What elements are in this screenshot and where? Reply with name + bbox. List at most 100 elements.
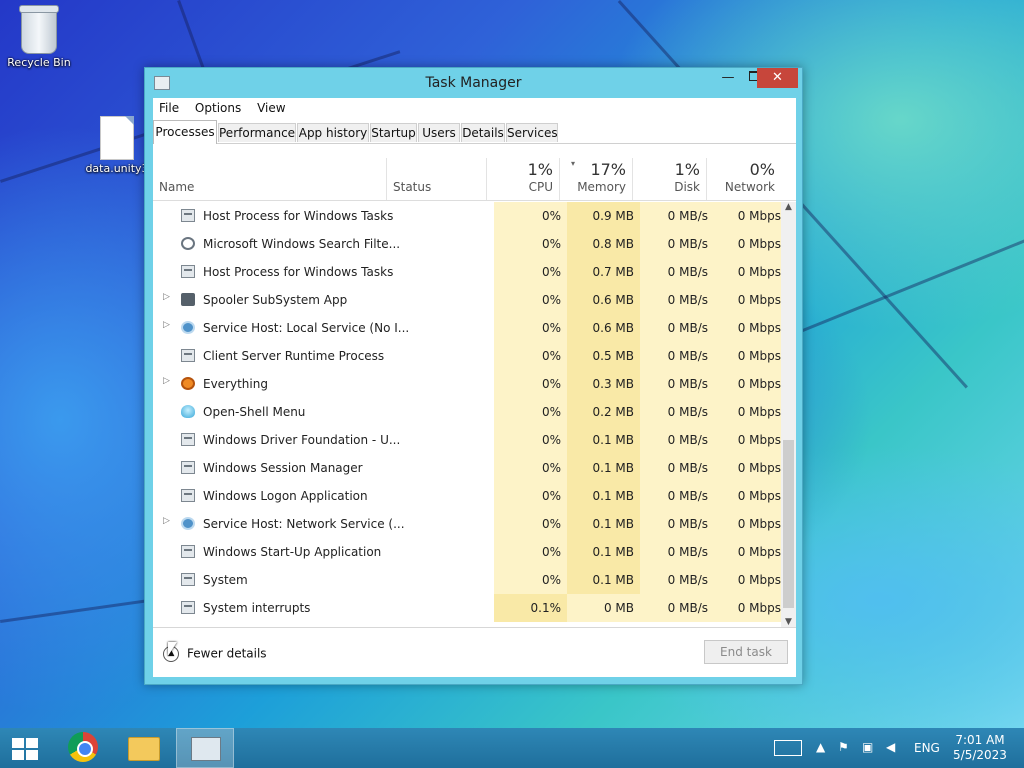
column-disk-label: Disk [674, 180, 700, 194]
chrome-icon [68, 732, 98, 762]
process-row[interactable]: ▷ Spooler SubSystem App 0% 0.6 MB 0 MB/s 0 Mb… [153, 286, 781, 314]
process-row[interactable]: Open-Shell Menu 0% 0.2 MB 0 MB/s 0 Mbps [153, 398, 781, 426]
taskbar-task-manager[interactable] [176, 728, 234, 768]
show-hidden-icons-icon[interactable]: ▲ [816, 740, 825, 756]
process-list: Host Process for Windows Tasks 0% 0.9 MB 0 … [153, 202, 781, 627]
vertical-scrollbar[interactable]: ▲ ▼ [781, 202, 796, 627]
fewer-details-label: Fewer details [187, 646, 267, 661]
process-disk-value: 0 MB/s [640, 370, 714, 398]
tab-startup[interactable]: Startup [370, 123, 417, 142]
process-cpu-value: 0% [494, 230, 567, 258]
process-row[interactable]: ▷ Service Host: Network Service (... 0% 0.1… [153, 510, 781, 538]
process-row[interactable]: Host Process for Windows Tasks 0% 0.7 MB 0 … [153, 258, 781, 286]
column-network[interactable]: 0% Network [706, 158, 781, 200]
process-memory-value: 0.1 MB [567, 426, 640, 454]
process-memory-value: 0.1 MB [567, 566, 640, 594]
clock[interactable]: 7:01 AM 5/5/2023 [950, 733, 1010, 763]
process-row[interactable]: ▷ Service Host: Local Service (No I... 0% 0… [153, 314, 781, 342]
column-memory[interactable]: ▾ 17% Memory [559, 158, 632, 200]
menu-file[interactable]: File [153, 98, 185, 118]
process-network-value: 0 Mbps [714, 454, 781, 482]
network-icon[interactable]: ▣ [862, 740, 873, 756]
process-cpu-value: 0% [494, 482, 567, 510]
language-indicator[interactable]: ENG [914, 741, 940, 757]
expand-arrow-icon[interactable]: ▷ [163, 516, 170, 526]
process-network-value: 0 Mbps [714, 566, 781, 594]
process-network-value: 0 Mbps [714, 342, 781, 370]
process-disk-value: 0 MB/s [640, 510, 714, 538]
process-row[interactable]: Windows Logon Application 0% 0.1 MB 0 MB/s 0… [153, 482, 781, 510]
column-cpu-label: CPU [528, 180, 553, 194]
tab-processes[interactable]: Processes [153, 120, 217, 144]
title-bar[interactable]: Task Manager — ✕ [145, 68, 802, 98]
process-row[interactable]: Windows Session Manager 0% 0.1 MB 0 MB/s 0 M… [153, 454, 781, 482]
column-disk[interactable]: 1% Disk [632, 158, 706, 200]
task-manager-window: Task Manager — ✕ File Options View Proce… [144, 67, 803, 685]
process-memory-value: 0.7 MB [567, 258, 640, 286]
printer-icon [181, 293, 195, 306]
expand-arrow-icon[interactable]: ▷ [163, 376, 170, 386]
gear-icon [181, 517, 195, 530]
menu-options[interactable]: Options [189, 98, 247, 118]
scroll-up-icon[interactable]: ▲ [781, 202, 796, 212]
generic-app-icon [181, 573, 195, 586]
footer: ▲ Fewer details End task [153, 627, 796, 678]
start-button[interactable] [0, 728, 54, 768]
scroll-down-icon[interactable]: ▼ [781, 617, 796, 627]
desktop-icon-label: Recycle Bin [7, 56, 71, 69]
process-row[interactable]: Host Process for Windows Tasks 0% 0.9 MB 0 … [153, 202, 781, 230]
tab-users[interactable]: Users [418, 123, 460, 142]
generic-app-icon [181, 461, 195, 474]
process-memory-value: 0.8 MB [567, 230, 640, 258]
close-button[interactable]: ✕ [757, 68, 798, 88]
generic-app-icon [181, 209, 195, 222]
column-name[interactable]: Name [153, 158, 386, 200]
process-disk-value: 0 MB/s [640, 538, 714, 566]
column-cpu[interactable]: 1% CPU [486, 158, 559, 200]
process-row[interactable]: System 0% 0.1 MB 0 MB/s 0 Mbps [153, 566, 781, 594]
minimize-button[interactable]: — [715, 68, 741, 88]
tab-performance[interactable]: Performance [218, 123, 296, 142]
taskbar-file-explorer[interactable] [116, 728, 170, 768]
process-network-value: 0 Mbps [714, 258, 781, 286]
process-memory-value: 0.6 MB [567, 314, 640, 342]
end-task-button[interactable]: End task [704, 640, 788, 664]
tab-app-history[interactable]: App history [297, 123, 369, 142]
process-disk-value: 0 MB/s [640, 202, 714, 230]
process-network-value: 0 Mbps [714, 398, 781, 426]
process-memory-value: 0.1 MB [567, 482, 640, 510]
process-name: Host Process for Windows Tasks [203, 265, 394, 279]
process-disk-value: 0 MB/s [640, 398, 714, 426]
fewer-details-button[interactable]: ▲ Fewer details [163, 646, 267, 662]
process-name: System [203, 573, 248, 587]
process-disk-value: 0 MB/s [640, 566, 714, 594]
search-icon [181, 237, 195, 250]
expand-arrow-icon[interactable]: ▷ [163, 292, 170, 302]
column-memory-label: Memory [577, 180, 626, 194]
volume-muted-icon[interactable]: ◀ [886, 740, 895, 756]
process-row[interactable]: Client Server Runtime Process 0% 0.5 MB 0 M… [153, 342, 781, 370]
process-row[interactable]: ▷ Everything 0% 0.3 MB 0 MB/s 0 Mbps [153, 370, 781, 398]
scrollbar-thumb[interactable] [783, 440, 794, 608]
tab-bar: Processes Performance App history Startu… [153, 120, 796, 144]
column-status[interactable]: Status [386, 158, 486, 200]
process-disk-value: 0 MB/s [640, 342, 714, 370]
expand-arrow-icon[interactable]: ▷ [163, 320, 170, 330]
process-name: Spooler SubSystem App [203, 293, 348, 307]
desktop-icon-label: data.unity3 [85, 162, 149, 175]
process-row[interactable]: Windows Driver Foundation - U... 0% 0.1 MB… [153, 426, 781, 454]
process-row[interactable]: System interrupts 0.1% 0 MB 0 MB/s 0 Mbps [153, 594, 781, 622]
recycle-bin-icon [19, 5, 59, 54]
touch-keyboard-icon[interactable] [774, 740, 802, 756]
process-disk-value: 0 MB/s [640, 426, 714, 454]
action-center-icon[interactable]: ⚑ [838, 740, 849, 756]
taskbar-chrome[interactable] [56, 728, 110, 768]
process-row[interactable]: Windows Start-Up Application 0% 0.1 MB 0 MB… [153, 538, 781, 566]
desktop-icon-recycle-bin[interactable]: Recycle Bin [0, 5, 78, 69]
tab-details[interactable]: Details [461, 123, 505, 142]
menu-view[interactable]: View [251, 98, 291, 118]
tab-services[interactable]: Services [506, 123, 558, 142]
process-disk-value: 0 MB/s [640, 258, 714, 286]
process-name: System interrupts [203, 601, 311, 615]
process-row[interactable]: Microsoft Windows Search Filte... 0% 0.8 M… [153, 230, 781, 258]
